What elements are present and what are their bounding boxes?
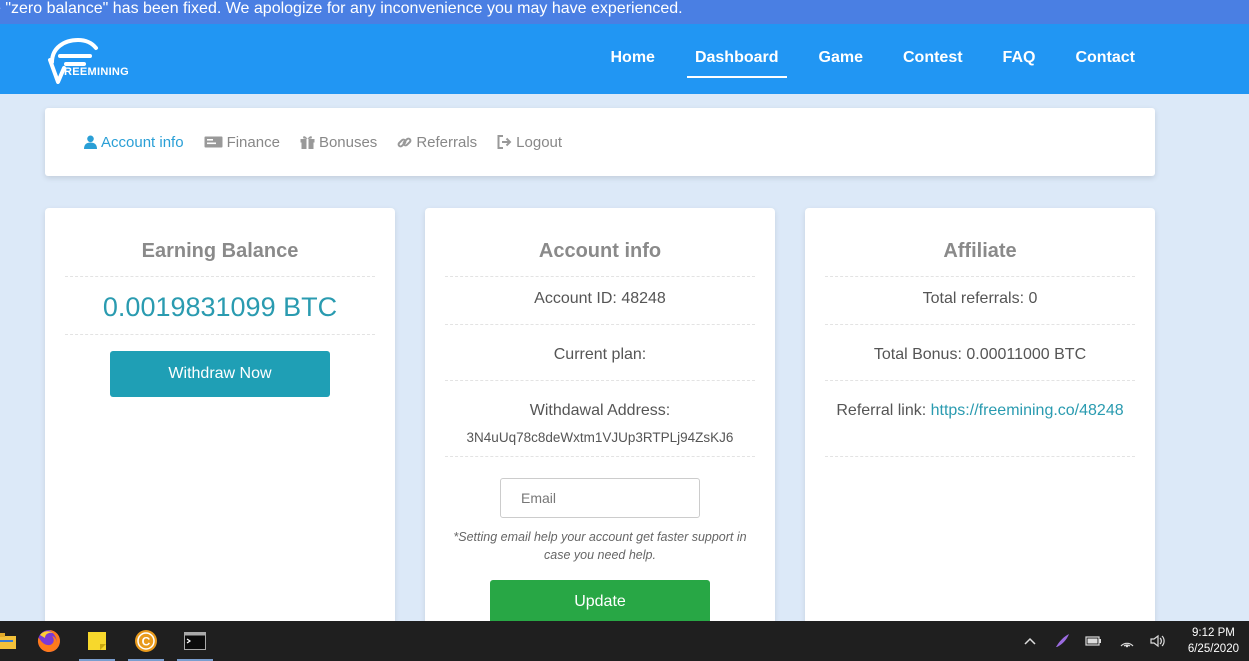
- subnav-finance[interactable]: Finance: [204, 134, 280, 151]
- btc-balance: 0.0019831099 BTC: [102, 292, 338, 322]
- divider: [825, 456, 1135, 457]
- terminal-icon[interactable]: [175, 621, 215, 661]
- divider: [825, 324, 1135, 325]
- gift-icon: [300, 136, 315, 149]
- divider: [445, 380, 755, 381]
- withdrawal-address-label: Withdawal Address:: [529, 402, 671, 419]
- subnav-account-info[interactable]: Account info: [84, 134, 184, 151]
- referral-link-label: Referral link:: [836, 402, 931, 419]
- card-title: Affiliate: [943, 240, 1017, 262]
- top-navbar: REEMINING Home Dashboard Game Contest FA…: [0, 24, 1249, 94]
- nav-faq[interactable]: FAQ: [1003, 24, 1036, 94]
- nav-home[interactable]: Home: [610, 24, 654, 94]
- nav-contact[interactable]: Contact: [1075, 24, 1135, 94]
- card-title: Earning Balance: [141, 240, 299, 262]
- nav-dashboard[interactable]: Dashboard: [686, 24, 787, 94]
- battery-icon[interactable]: [1079, 621, 1109, 661]
- referral-link[interactable]: https://freemining.co/48248: [931, 402, 1124, 419]
- divider: [825, 380, 1135, 381]
- windows-taskbar: C 9:12 PM 6/25/2020: [0, 621, 1249, 661]
- dashboard-subnav: Account info Finance Bonuses Referrals L…: [45, 108, 1155, 176]
- clock-time: 9:12 PM: [1192, 627, 1235, 639]
- show-hidden-icons-chevron-icon[interactable]: [1015, 621, 1045, 661]
- divider: [65, 334, 375, 335]
- subnav-label: Bonuses: [318, 133, 378, 151]
- current-plan: Current plan:: [553, 346, 647, 363]
- affiliate-card: Affiliate Total referrals: 0 Total Bonus…: [805, 208, 1155, 628]
- withdraw-now-button[interactable]: Withdraw Now: [110, 351, 330, 397]
- divider: [445, 456, 755, 457]
- divider: [445, 276, 755, 277]
- sticky-notes-icon[interactable]: [77, 621, 117, 661]
- nav-game[interactable]: Game: [819, 24, 863, 94]
- svg-text:C: C: [142, 635, 151, 649]
- account-id: Account ID: 48248: [534, 290, 666, 307]
- divider: [65, 276, 375, 277]
- nav-contest[interactable]: Contest: [903, 24, 963, 94]
- link-icon: [397, 137, 412, 147]
- email-help-note: *Setting email help your account get fas…: [453, 530, 747, 562]
- user-icon: [84, 135, 97, 149]
- update-button[interactable]: Update: [490, 580, 710, 624]
- pen-feather-icon[interactable]: [1047, 621, 1077, 661]
- firefox-icon[interactable]: [29, 621, 69, 661]
- divider: [825, 276, 1135, 277]
- coin-app-icon[interactable]: C: [126, 621, 166, 661]
- volume-icon[interactable]: [1143, 621, 1173, 661]
- subnav-label: Finance: [226, 133, 280, 151]
- logo-text: REEMINING: [64, 66, 130, 78]
- card-title: Account info: [538, 240, 662, 262]
- money-icon: [204, 136, 223, 148]
- announcement-text: e "zero balance" has been fixed. We apol…: [0, 0, 683, 17]
- subnav-label: Referrals: [416, 133, 478, 151]
- referral-link-row: Referral link: https://freemining.co/482…: [825, 402, 1135, 420]
- subnav-label: Logout: [516, 133, 563, 151]
- announcement-ticker: e "zero balance" has been fixed. We apol…: [0, 0, 1249, 24]
- total-referrals: Total referrals: 0: [922, 290, 1038, 307]
- sign-out-icon: [497, 135, 512, 149]
- main-nav: Home Dashboard Game Contest FAQ Contact: [570, 24, 1135, 94]
- file-explorer-icon[interactable]: [0, 621, 26, 661]
- withdrawal-address: 3N4uUq78c8deWxtm1VJUp3RTPLj94ZsKJ6: [466, 430, 734, 445]
- clock-date: 6/25/2020: [1187, 643, 1239, 655]
- subnav-bonuses[interactable]: Bonuses: [300, 134, 377, 151]
- divider: [445, 324, 755, 325]
- wifi-icon[interactable]: [1112, 621, 1142, 661]
- email-input[interactable]: [500, 478, 700, 518]
- total-bonus: Total Bonus: 0.00011000 BTC: [873, 346, 1087, 363]
- subnav-label: Account info: [101, 133, 184, 151]
- system-clock[interactable]: 9:12 PM 6/25/2020: [1188, 625, 1239, 657]
- account-info-card: Account info Account ID: 48248 Current p…: [425, 208, 775, 628]
- subnav-logout[interactable]: Logout: [497, 134, 562, 151]
- subnav-referrals[interactable]: Referrals: [397, 134, 477, 151]
- earning-balance-card: Earning Balance 0.0019831099 BTC Withdra…: [45, 208, 395, 628]
